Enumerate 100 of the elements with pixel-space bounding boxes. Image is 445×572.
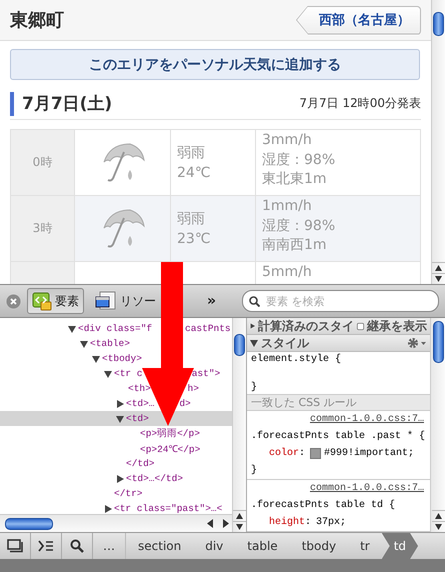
checkbox-label[interactable]: 継承を表示 <box>367 318 427 334</box>
css-property: height <box>269 517 306 528</box>
scroll-thumb[interactable] <box>234 334 245 356</box>
expanded-triangle-icon[interactable] <box>92 354 100 362</box>
dom-tag: <div class="f <box>78 323 152 334</box>
collapsed-triangle-icon[interactable] <box>104 504 112 512</box>
expanded-triangle-icon[interactable] <box>80 340 88 348</box>
hour-cell: 3時 <box>11 196 75 261</box>
dom-tag: <p>弱雨</p> <box>140 427 200 440</box>
breadcrumb[interactable]: tr <box>348 533 382 559</box>
up-arrow-icon[interactable] <box>236 513 243 519</box>
weather-text: 弱雨 <box>177 144 206 162</box>
inspector-tab[interactable]: 要素 <box>27 288 84 314</box>
styles-scrollbar[interactable] <box>430 318 445 532</box>
search-input[interactable]: 要素 を検索 <box>264 294 432 308</box>
close-icon[interactable] <box>6 294 21 308</box>
source-link[interactable]: common-1.0.0.css:7… <box>310 481 430 497</box>
wind-text: 東北東1m <box>262 170 328 189</box>
down-arrow-icon[interactable] <box>435 276 442 282</box>
dom-tag: <tr class="past">…< <box>114 503 222 514</box>
breadcrumb[interactable]: table <box>235 533 290 559</box>
dom-tag: <table> <box>90 338 130 349</box>
expanded-triangle-icon[interactable] <box>68 324 76 332</box>
published-time: 7月7日 12時00分発表 <box>299 95 421 112</box>
expanded-triangle-icon[interactable] <box>104 370 112 378</box>
dom-tag: <p>24℃</p> <box>140 442 200 455</box>
css-brace: } <box>251 382 258 392</box>
dom-node-row[interactable]: <tr c ast"> <box>0 366 232 381</box>
section-title[interactable]: 計算済みのスタイ <box>258 318 354 334</box>
expanded-triangle-icon[interactable] <box>116 414 124 422</box>
location-title: 東郷町 <box>10 9 64 32</box>
breadcrumb[interactable]: div <box>193 533 236 559</box>
down-arrow-icon[interactable] <box>236 524 243 530</box>
breadcrumb[interactable]: tbody <box>290 533 348 559</box>
expanded-triangle-icon[interactable] <box>250 339 258 347</box>
closing-tag: </td> <box>126 458 155 469</box>
dom-node-row[interactable]: <th> h> <box>0 381 232 396</box>
source-link[interactable]: common-1.0.0.css:7… <box>310 412 430 428</box>
breadcrumb[interactable]: section <box>126 533 194 559</box>
search-icon <box>249 296 260 306</box>
css-separator: : <box>299 448 306 459</box>
dom-tag: d> <box>179 398 191 409</box>
humidity-text: 湿度：98% <box>262 150 336 170</box>
dom-node-row[interactable]: <p>24℃</p> <box>0 441 232 456</box>
wind-text: 南南西1m <box>262 236 328 255</box>
add-area-button[interactable]: このエリアをパーソナル天気に追加する <box>10 49 420 80</box>
up-arrow-icon[interactable] <box>435 265 442 271</box>
css-value: #999!important; <box>324 448 414 459</box>
closing-tag: </tr> <box>114 488 143 499</box>
hour-cell: 0時 <box>11 130 75 195</box>
css-selector: element.style { <box>251 354 342 364</box>
scroll-thumb[interactable] <box>432 321 444 363</box>
dom-tag: h> <box>188 383 199 394</box>
css-property: color <box>269 448 300 459</box>
breadcrumb[interactable]: td <box>382 533 418 559</box>
css-separator: : <box>305 517 312 528</box>
horizontal-scrollbar[interactable] <box>0 514 232 532</box>
dom-tree-scrollbar[interactable] <box>232 318 246 532</box>
collapsed-triangle-icon[interactable] <box>116 400 124 408</box>
css-value: 37px; <box>316 517 346 528</box>
precipitation-text: 1mm/h <box>262 197 313 216</box>
dom-tag: <td>… <box>126 398 155 409</box>
dom-tag: <th> <box>128 383 151 394</box>
code-brackets-icon <box>32 291 52 311</box>
color-swatch[interactable] <box>310 448 322 459</box>
dom-tag: <tr c <box>114 368 143 379</box>
collapsed-triangle-icon[interactable] <box>250 322 256 330</box>
precipitation-text: 3mm/h <box>262 131 313 150</box>
scroll-thumb[interactable] <box>433 12 444 36</box>
dom-node-row[interactable]: <td>…</td> <box>0 471 232 486</box>
dom-node-row[interactable]: <table> <box>0 336 232 351</box>
dom-node-row[interactable]: <p>弱雨</p> <box>0 426 232 441</box>
settings-icon[interactable] <box>407 337 427 349</box>
dom-node-row[interactable]: <td>… d> <box>0 396 232 411</box>
dom-tag: <td> <box>126 413 149 424</box>
dom-node-row[interactable]: <tr class="past">…< <box>0 501 232 514</box>
collapsed-triangle-icon[interactable] <box>116 474 124 482</box>
up-arrow-icon[interactable] <box>434 513 442 519</box>
region-back-button[interactable]: 西部（名古屋） <box>296 6 421 34</box>
css-selector: .forecastPnts table td { <box>251 500 396 511</box>
more-tabs-button[interactable]: » <box>207 293 216 309</box>
css-selector: .forecastPnts table .past * { <box>251 431 426 442</box>
css-brace: } <box>251 465 258 476</box>
scroll-arrows-icon[interactable] <box>206 519 230 528</box>
humidity-text: 湿度：98% <box>262 216 336 236</box>
dom-tag: castPnts <box>185 323 231 334</box>
dom-node-row[interactable]: <div class="f castPnts <box>0 321 232 336</box>
document-window-icon <box>95 291 117 311</box>
down-arrow-icon[interactable] <box>434 524 442 530</box>
precipitation-text: 5mm/h <box>262 263 313 282</box>
weather-text: 弱雨 <box>177 210 206 228</box>
section-subtitle: 一致した CSS ルール <box>251 395 357 410</box>
page-scrollbar[interactable] <box>431 0 445 284</box>
dom-node-row[interactable]: <tbody> <box>0 351 232 366</box>
scroll-thumb[interactable] <box>5 518 53 530</box>
search-field[interactable]: 要素 を検索 <box>242 290 439 312</box>
temperature-text: 24℃ <box>177 164 212 182</box>
checkbox[interactable] <box>357 320 364 332</box>
dom-node-row[interactable]: <td> <box>0 411 232 426</box>
inspector-tab[interactable]: リソー <box>90 288 161 314</box>
